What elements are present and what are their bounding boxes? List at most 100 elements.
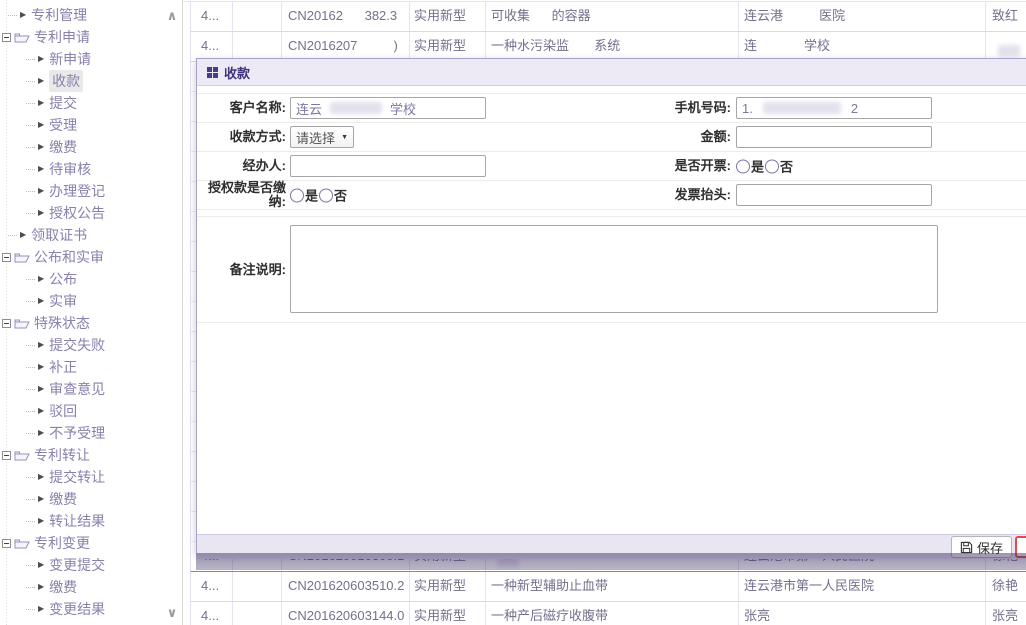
caret-icon: ▶ <box>38 473 44 481</box>
tree-item[interactable] <box>0 620 182 625</box>
tree-item[interactable]: ▶提交转让 <box>0 466 182 488</box>
open-folder-icon <box>14 31 30 43</box>
tree-item[interactable]: ▶实审 <box>0 290 182 312</box>
save-button[interactable]: 保存 <box>951 536 1012 558</box>
invoice-no-label: 否 <box>780 157 793 176</box>
table-cell: 连云港 医院 <box>739 2 986 31</box>
tree-item[interactable]: ▶不予受理 <box>0 422 182 444</box>
tree-item[interactable]: ▶驳回 <box>0 400 182 422</box>
tree-connector <box>26 279 35 280</box>
table-row[interactable]: 4...CN201620603144.0实用新型一种产后磁疗收腹带张亮张亮 <box>190 602 1026 625</box>
tree-item[interactable]: ▶待审核 <box>0 158 182 180</box>
caret-icon: ▶ <box>38 209 44 217</box>
tree-item[interactable]: ▶专利管理 <box>0 4 182 26</box>
phone-input[interactable]: 1. 2 <box>736 97 932 119</box>
tree-connector <box>26 565 35 566</box>
invoice-no-radio[interactable] <box>765 159 779 173</box>
phone-value-right: 2 <box>851 101 858 116</box>
tree-item[interactable]: ▶收款 <box>0 70 182 92</box>
tree-item[interactable]: 特殊状态 <box>0 312 182 334</box>
open-folder-icon <box>14 537 30 549</box>
table-row[interactable]: 4...CN20162 382.3实用新型可收集 的容器连云港 医院致红 <box>190 2 1026 32</box>
caret-icon: ▶ <box>38 517 44 525</box>
tree-item[interactable]: ▶变更提交 <box>0 554 182 576</box>
collapse-icon[interactable] <box>2 451 11 460</box>
tree-connector <box>8 15 17 16</box>
tree-item[interactable]: ▶ 提交 <box>0 92 182 114</box>
scroll-down-icon[interactable]: ∨ <box>165 605 179 621</box>
tree-item-label: 提交 <box>49 93 77 113</box>
remarks-textarea[interactable] <box>290 225 938 313</box>
redaction-smudge <box>763 102 841 114</box>
caret-icon: ▶ <box>38 143 44 151</box>
caret-icon: ▶ <box>38 495 44 503</box>
tree-item[interactable]: ▶补正 <box>0 356 182 378</box>
tree-item[interactable]: ▶领取证书 <box>0 224 182 246</box>
tree-item[interactable]: ▶提交失败 <box>0 334 182 356</box>
auth-fee-yes-radio[interactable] <box>290 188 304 202</box>
payment-method-label: 收款方式: <box>197 130 286 144</box>
table-cell: 实用新型 <box>410 572 486 601</box>
auth-fee-no-radio[interactable] <box>319 188 333 202</box>
tree-item[interactable]: ▶授权公告 <box>0 202 182 224</box>
field-row: 经办人: 是否开票: 是 否 <box>197 152 1026 181</box>
table-cell: 连 学校 <box>739 32 986 61</box>
tree-item[interactable]: ▶受理 <box>0 114 182 136</box>
scroll-up-icon[interactable]: ∧ <box>165 8 179 24</box>
tree-item[interactable]: 公布和实审 <box>0 246 182 268</box>
tree-item-label: 专利申请 <box>34 27 90 47</box>
redaction-smudge <box>330 102 382 114</box>
tree-item[interactable]: ▶办理登记 <box>0 180 182 202</box>
customer-name-value-left: 连云 <box>296 99 322 118</box>
invoice-radio-group: 是 否 <box>736 157 794 176</box>
collapse-icon[interactable] <box>2 253 11 262</box>
collapse-icon[interactable] <box>2 319 11 328</box>
payment-dialog: 收款 客户名称: 连云 学校 手机号码: 1. 2 <box>196 58 1026 553</box>
tree-item[interactable]: ▶新申请 <box>0 48 182 70</box>
invoice-yes-radio[interactable] <box>736 159 750 173</box>
table-cell: 可收集 的容器 <box>486 2 739 31</box>
tree-item[interactable]: ▶变更结果 <box>0 598 182 620</box>
tree-connector <box>26 147 35 148</box>
tree-item[interactable]: 专利申请 <box>0 26 182 48</box>
table-cell: CN201620603510.2 <box>282 572 410 601</box>
handler-input[interactable] <box>290 155 486 177</box>
tree-item[interactable]: ▶ 转让结果 <box>0 510 182 532</box>
collapse-icon[interactable] <box>2 33 11 42</box>
tree-item[interactable]: ▶缴费 <box>0 488 182 510</box>
tree-item[interactable]: ▶审查意见 <box>0 378 182 400</box>
caret-icon: ▶ <box>38 99 44 107</box>
open-folder-icon <box>14 251 30 263</box>
tree-item-label: 专利管理 <box>31 5 87 25</box>
caret-icon: ▶ <box>20 231 26 239</box>
tree-connector <box>26 213 35 214</box>
amount-input[interactable] <box>736 126 932 148</box>
tree-item-label: 提交失败 <box>49 335 105 355</box>
table-cell <box>233 32 282 61</box>
sidebar-tree: ▶专利管理专利申请▶新申请▶收款▶提交▶受理▶缴费▶待审核▶办理登记▶授权公告▶… <box>0 0 183 625</box>
close-button-partial[interactable] <box>1015 536 1026 558</box>
tree-item-label: 新申请 <box>49 49 91 69</box>
collapse-icon[interactable] <box>2 539 11 548</box>
customer-name-input[interactable]: 连云 学校 <box>290 97 486 119</box>
tree-item[interactable]: ▶缴费 <box>0 576 182 598</box>
tree-connector <box>26 367 35 368</box>
dialog-body: 客户名称: 连云 学校 手机号码: 1. 2 收款方式: <box>197 93 1026 534</box>
table-cell: 致红 <box>986 2 1026 31</box>
tree-connector <box>26 609 35 610</box>
tree-item-label: 审查意见 <box>49 379 105 399</box>
tree-connector <box>26 59 35 60</box>
tree-connector <box>26 499 35 500</box>
payment-method-select[interactable]: 请选择 ▼ <box>290 126 354 148</box>
table-cell: 一种水污染监 系统 <box>486 32 739 61</box>
table-row[interactable]: 4...CN201620603510.2实用新型一种新型辅助止血带连云港市第一人… <box>190 572 1026 602</box>
tree-item-label: 变更结果 <box>49 599 105 619</box>
tree-item-label: 转让结果 <box>49 511 105 531</box>
caret-icon: ▶ <box>38 121 44 129</box>
invoice-title-input[interactable] <box>736 184 932 206</box>
tree-item-label: 驳回 <box>49 401 77 421</box>
tree-item[interactable]: 专利转让 <box>0 444 182 466</box>
tree-item[interactable]: 专利变更 <box>0 532 182 554</box>
tree-item[interactable]: ▶缴费 <box>0 136 182 158</box>
tree-item[interactable]: ▶公布 <box>0 268 182 290</box>
